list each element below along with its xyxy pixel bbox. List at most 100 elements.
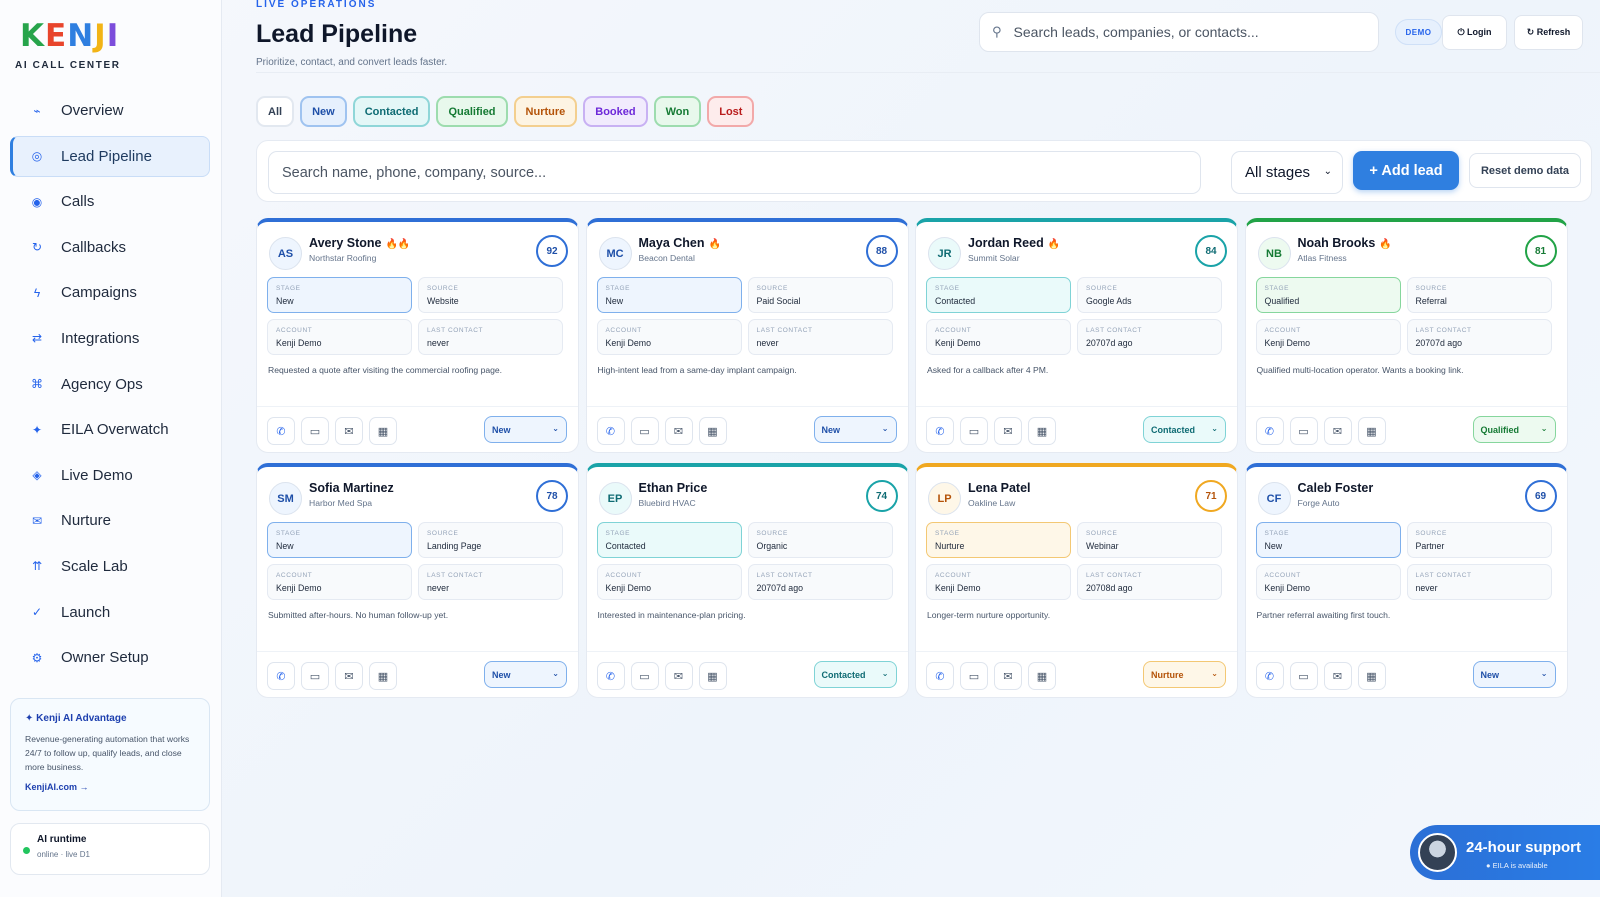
phone-action-button[interactable]: ✆ [267,662,295,690]
kenji-logo[interactable]: KENJI [20,18,118,54]
phone-action-button[interactable]: ✆ [596,417,625,445]
stage-dropdown[interactable]: Contacted ⌄ [1143,416,1226,443]
lead-name[interactable]: Maya Chen 🔥 [639,236,721,250]
lead-avatar: NB [1257,237,1291,270]
sidebar-item-calls[interactable]: ◉ Calls [10,181,210,222]
support-widget[interactable]: 24-hour support ● EILA is available [1410,825,1600,880]
lead-company: Bluebird HVAC [638,498,696,508]
calendar-action-button[interactable]: ▦ [698,417,727,445]
filter-chip-qualified[interactable]: Qualified [436,96,508,127]
calendar-action-button[interactable]: ▦ [369,662,397,690]
field-label: LAST CONTACT [1415,572,1472,579]
lead-search-input[interactable] [268,151,1201,194]
stage-select[interactable]: All stages ⌄ [1231,151,1343,194]
stage-dropdown[interactable]: New ⌄ [813,416,897,443]
mail-action-button[interactable]: ✉ [1323,662,1352,690]
mail-action-button[interactable]: ✉ [1323,417,1352,445]
promo-link[interactable]: KenjiAI.com → [25,782,195,792]
mail-action-button[interactable]: ✉ [664,417,693,445]
chat-action-button[interactable]: ▭ [630,662,659,690]
mail-action-button[interactable]: ✉ [664,662,693,690]
mail-action-button[interactable]: ✉ [994,662,1022,690]
lead-card[interactable]: SM Sofia Martinez Harbor Med Spa 78 STAGE New… [256,463,579,698]
filter-chip-booked[interactable]: Booked [583,96,648,127]
sidebar-item-callbacks[interactable]: ↻ Callbacks [10,227,210,268]
lead-name[interactable]: Avery Stone 🔥🔥 [309,236,410,250]
stage-dropdown[interactable]: Qualified ⌄ [1472,416,1556,443]
lead-card[interactable]: NB Noah Brooks 🔥 Atlas Fitness 81 STAGE Qualif… [1244,218,1568,453]
calendar-icon: ▦ [1366,425,1377,438]
filter-chip-new[interactable]: New [300,96,347,127]
global-search[interactable]: ⚲ [979,12,1379,52]
sidebar-item-lead-pipeline[interactable]: ◎ Lead Pipeline [10,135,210,177]
filter-chip-lost[interactable]: Lost [707,96,755,127]
lead-card[interactable]: CF Caleb Foster Forge Auto 69 STAGE New SOURCE… [1244,463,1568,698]
global-search-input[interactable] [1013,24,1354,40]
sidebar-item-agency-ops[interactable]: ⌘ Agency Ops [10,364,210,405]
sidebar-item-live-demo[interactable]: ◈ Live Demo [10,455,210,496]
field-value: Kenji Demo [1264,338,1310,348]
stage-dropdown[interactable]: New ⌄ [484,416,567,443]
field-label: LAST CONTACT [1415,327,1472,334]
sidebar-item-campaigns[interactable]: ϟ Campaigns [10,272,210,313]
chat-action-button[interactable]: ▭ [1289,417,1318,445]
phone-action-button[interactable]: ✆ [926,417,954,445]
mail-action-button[interactable]: ✉ [335,417,363,445]
calendar-action-button[interactable]: ▦ [698,662,727,690]
chat-action-button[interactable]: ▭ [301,662,329,690]
sidebar-item-nurture[interactable]: ✉ Nurture [10,500,210,541]
stage-dropdown[interactable]: Contacted ⌄ [813,661,897,688]
phone-action-button[interactable]: ✆ [1255,417,1284,445]
lead-name[interactable]: Caleb Foster [1298,481,1378,495]
sidebar-item-eila-overwatch[interactable]: ✦ EILA Overwatch [10,409,210,450]
lead-card[interactable]: JR Jordan Reed 🔥 Summit Solar 84 STAGE Contact… [915,218,1238,453]
filter-chip-all[interactable]: All [256,96,295,127]
sidebar-item-scale-lab[interactable]: ⇈ Scale Lab [10,546,210,587]
lead-card[interactable]: MC Maya Chen 🔥 Beacon Dental 88 STAGE New SOURC… [585,218,909,453]
reset-demo-button[interactable]: Reset demo data [1469,153,1581,188]
filter-chip-contacted[interactable]: Contacted [352,96,431,127]
field-last-contact: LAST CONTACT never [418,319,563,355]
lead-card[interactable]: LP Lena Patel Oakline Law 71 STAGE Nurture SOU… [915,463,1238,698]
phone-action-button[interactable]: ✆ [596,662,625,690]
sidebar-item-overview[interactable]: ⌁ Overview [10,90,210,131]
calendar-action-button[interactable]: ▦ [369,417,397,445]
login-button[interactable]: ⏻ Login [1442,15,1507,50]
chat-action-button[interactable]: ▭ [301,417,329,445]
phone-action-button[interactable]: ✆ [267,417,295,445]
sidebar-item-integrations[interactable]: ⇄ Integrations [10,318,210,359]
stage-dropdown[interactable]: Nurture ⌄ [1143,661,1226,688]
lead-name[interactable]: Ethan Price [639,481,712,495]
chat-icon: ▭ [309,670,321,683]
lead-name[interactable]: Sofia Martinez [309,481,398,495]
chevron-down-icon: ⌄ [552,669,559,678]
add-lead-button[interactable]: + Add lead [1353,151,1459,190]
calendar-action-button[interactable]: ▦ [1028,662,1056,690]
refresh-button[interactable]: ↻ Refresh [1514,15,1583,50]
lead-name[interactable]: Noah Brooks 🔥 [1298,236,1392,250]
lead-card[interactable]: AS Avery Stone 🔥🔥 Northstar Roofing 92 STAGE N… [256,218,579,453]
calendar-action-button[interactable]: ▦ [1357,662,1386,690]
stage-dropdown[interactable]: New ⌄ [484,661,567,688]
sidebar-item-launch[interactable]: ✓ Launch [10,592,210,633]
calendar-action-button[interactable]: ▦ [1357,417,1386,445]
sidebar-item-owner-setup[interactable]: ⚙ Owner Setup [10,637,210,678]
phone-action-button[interactable]: ✆ [1255,662,1284,690]
chat-action-button[interactable]: ▭ [960,662,988,690]
lead-name[interactable]: Lena Patel [968,481,1035,495]
field-label: ACCOUNT [935,327,972,334]
chat-action-button[interactable]: ▭ [630,417,659,445]
filter-chip-won[interactable]: Won [653,96,702,127]
mail-action-button[interactable]: ✉ [994,417,1022,445]
filter-chip-nurture[interactable]: Nurture [513,96,578,127]
chat-action-button[interactable]: ▭ [960,417,988,445]
lead-name[interactable]: Jordan Reed 🔥 [968,236,1060,250]
eyebrow: LIVE OPERATIONS [256,0,377,10]
field-label: LAST CONTACT [1086,327,1143,334]
phone-action-button[interactable]: ✆ [926,662,954,690]
stage-dropdown[interactable]: New ⌄ [1472,661,1556,688]
calendar-action-button[interactable]: ▦ [1028,417,1056,445]
chat-action-button[interactable]: ▭ [1289,662,1318,690]
lead-card[interactable]: EP Ethan Price Bluebird HVAC 74 STAGE Contact… [585,463,909,698]
mail-action-button[interactable]: ✉ [335,662,363,690]
